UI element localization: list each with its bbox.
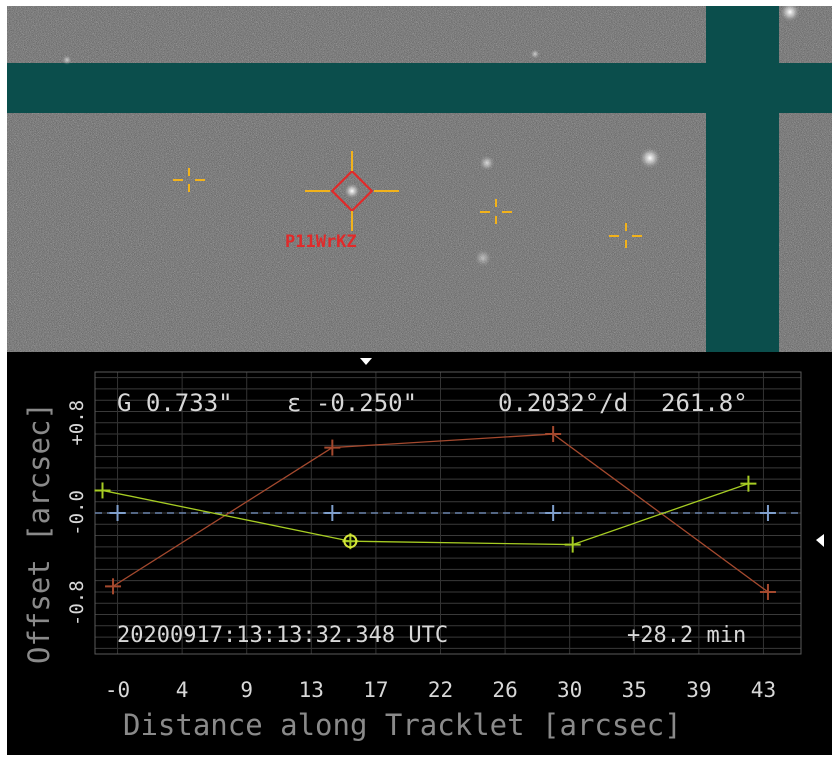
y-tick-labels: +0.8 -0.0 -0.8	[66, 400, 88, 626]
elapsed-time: +28.2 min	[627, 623, 746, 648]
rate-stat: 0.2032°/d	[498, 389, 628, 417]
left-triangle-icon[interactable]	[816, 534, 824, 547]
mask-vertical-band	[706, 6, 779, 352]
target-star	[344, 183, 360, 199]
x-tick-label: 30	[557, 678, 582, 702]
x-axis-label: Distance along Tracklet [arcsec]	[123, 708, 682, 742]
star	[530, 49, 540, 59]
star	[639, 147, 661, 169]
x-tick-label: 4	[176, 678, 189, 702]
y-tick-label: +0.8	[66, 400, 88, 446]
timestamp: 20200917:13:13:32.348 UTC	[117, 623, 448, 648]
x-tick-label: 35	[622, 678, 647, 702]
x-tick-label: 26	[492, 678, 517, 702]
x-tick-label: 22	[428, 678, 453, 702]
star	[474, 249, 492, 267]
data-point	[759, 505, 776, 521]
y-tick-label: -0.8	[66, 580, 88, 626]
x-tick-label: 13	[299, 678, 324, 702]
data-point	[759, 583, 776, 600]
data-point	[545, 426, 562, 443]
angle-stat: 261.8°	[661, 389, 748, 417]
data-point	[564, 536, 581, 553]
residual-plot-panel[interactable]: G 0.733" ε -0.250" 0.2032°/d 261.8° 2020…	[7, 352, 832, 755]
data-point	[324, 505, 341, 521]
data-point	[545, 505, 562, 521]
residual-chart[interactable]: G 0.733" ε -0.250" 0.2032°/d 261.8° 2020…	[7, 352, 832, 755]
star	[479, 155, 495, 171]
y-tick-label: -0.0	[66, 490, 88, 536]
sky-image[interactable]: P11WrKZ	[7, 6, 832, 352]
data-point	[324, 439, 341, 456]
y-axis-label: Offset [arcsec]	[22, 402, 56, 664]
x-tick-label: 39	[686, 678, 711, 702]
x-tick-label: 9	[240, 678, 253, 702]
down-triangle-icon[interactable]	[360, 358, 372, 365]
g-stat: G 0.733"	[117, 389, 233, 417]
x-tick-label: -0	[105, 678, 130, 702]
x-tick-label: 17	[363, 678, 388, 702]
data-point	[94, 482, 111, 499]
data-point	[740, 475, 757, 492]
object-label: P11WrKZ	[285, 232, 357, 252]
image-viewer[interactable]: P11WrKZ	[7, 6, 832, 352]
x-tick-label: 43	[751, 678, 776, 702]
data-point	[109, 505, 126, 521]
x-tick-labels: -0 4 9 13 17 22 26 30 35 39 43	[105, 678, 776, 702]
epsilon-stat: ε -0.250"	[287, 389, 417, 417]
star	[62, 55, 72, 65]
